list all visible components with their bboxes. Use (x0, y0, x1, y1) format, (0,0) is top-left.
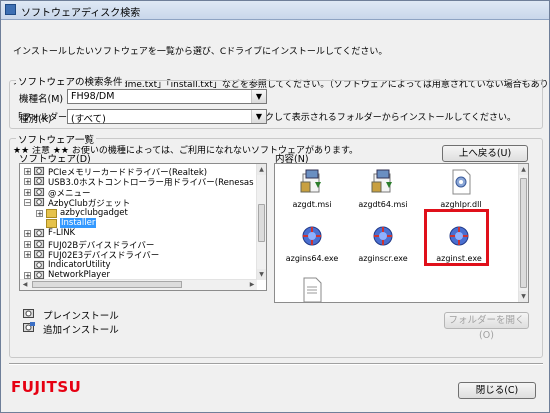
fujitsu-logo: FUJITSU (11, 378, 82, 396)
preinstall-disc-icon (23, 309, 34, 318)
expand-icon[interactable]: + (24, 178, 31, 186)
scroll-left-arrow-icon[interactable]: ◀ (20, 280, 30, 290)
file-name: azghlpr.dll (440, 200, 482, 209)
file-item[interactable]: azginscr.exe (347, 222, 419, 263)
model-label: 機種名(M) (19, 94, 64, 105)
disc-icon (34, 260, 45, 269)
scroll-thumb[interactable] (258, 204, 265, 242)
up-button[interactable]: 上へ戻る(U) (442, 145, 528, 162)
additional-install-disc-icon (23, 322, 35, 332)
close-button[interactable]: 閉じる(C) (458, 382, 536, 399)
tree-item[interactable]: IndicatorUtility (20, 260, 257, 271)
tree-item-label: IndicatorUtility (48, 259, 111, 270)
scroll-up-arrow-icon[interactable]: ▲ (257, 164, 266, 175)
file-name: azgdt64.msi (358, 200, 408, 209)
chevron-down-icon[interactable]: ▼ (251, 110, 266, 123)
msi-icon (298, 168, 326, 196)
app-icon (5, 4, 16, 15)
preinstall-legend: プレインストール (43, 311, 119, 322)
software-list-legend: ソフトウェア一覧 (16, 132, 97, 146)
disc-icon (34, 229, 45, 238)
disc-icon (34, 166, 45, 176)
window-title: ソフトウェアディスク検索 (21, 8, 141, 19)
scroll-up-arrow-icon[interactable]: ▲ (519, 164, 528, 175)
model-select[interactable]: FH98/DM ▼ (67, 89, 267, 104)
chevron-down-icon[interactable]: ▼ (251, 90, 266, 103)
tree-item[interactable]: + PCIeメモリーカードドライバー(Realtek) (20, 166, 257, 178)
tree-item-label: azbyclubgadget (60, 207, 128, 218)
expand-icon[interactable]: + (24, 240, 31, 248)
disc-icon (34, 239, 45, 248)
tree-vertical-scrollbar[interactable]: ▲ ▼ (256, 164, 266, 280)
expand-icon[interactable]: + (24, 188, 31, 196)
folder-icon (46, 219, 57, 228)
tree-item[interactable]: + USB3.0ホストコントローラー用ドライバー(Renesas Electr (20, 176, 266, 188)
tree-item[interactable]: + FUJ02E3デバイスドライバー (20, 249, 257, 261)
scroll-down-arrow-icon[interactable]: ▼ (519, 291, 528, 302)
file-item[interactable]: readme.txt (276, 276, 348, 302)
file-item[interactable]: azghlpr.dll (425, 168, 497, 209)
scroll-right-arrow-icon[interactable]: ▶ (247, 280, 257, 290)
dll-icon (447, 168, 475, 196)
tree-item[interactable]: + F-LINK (20, 228, 257, 239)
tree-item-label: Installer (60, 218, 97, 228)
scroll-thumb[interactable] (520, 178, 527, 288)
expand-icon[interactable]: + (24, 272, 31, 280)
model-value: FH98/DM (71, 91, 115, 102)
disc-icon (34, 198, 45, 207)
search-conditions-legend: ソフトウェアの検索条件 (16, 74, 125, 88)
additional-install-legend: 追加インストール (43, 325, 119, 336)
file-item[interactable]: azgdt64.msi (347, 168, 419, 209)
tree-item[interactable]: + @メニュー (20, 187, 257, 199)
folder-icon (46, 208, 57, 218)
disc-icon (34, 177, 45, 186)
content-vertical-scrollbar[interactable]: ▲ ▼ (518, 164, 528, 302)
scroll-down-arrow-icon[interactable]: ▼ (257, 269, 266, 280)
tree-horizontal-scrollbar[interactable]: ◀ ▶ (20, 279, 257, 290)
file-name: azgdt.msi (292, 200, 332, 209)
tree-item[interactable]: Installer (20, 218, 257, 229)
expand-icon[interactable]: + (36, 209, 43, 217)
file-name: azginscr.exe (358, 254, 408, 263)
highlight-box (424, 209, 489, 266)
open-folder-button[interactable]: フォルダーを開く(O) (444, 312, 529, 341)
txt-icon (298, 276, 326, 302)
type-select[interactable]: (すべて) ▼ (67, 109, 267, 125)
expand-icon[interactable]: + (24, 168, 31, 176)
file-name: azgins64.exe (285, 254, 339, 263)
title-bar: ソフトウェアディスク検索 (1, 1, 549, 20)
file-content-pane[interactable]: azgdt.msi azgdt64.msi azghlpr.dll azgins64.… (274, 163, 529, 303)
type-value: (すべて) (71, 114, 106, 125)
disc-icon (34, 187, 45, 196)
type-label: 種別(K) (19, 114, 52, 125)
exe-icon (298, 222, 326, 250)
tree-item[interactable]: − AzbyClubガジェット (20, 197, 257, 209)
expand-icon[interactable]: + (24, 251, 31, 259)
disc-icon (34, 250, 45, 259)
exe-icon (369, 222, 397, 250)
footer-divider (9, 363, 543, 365)
instruction-line: インストールしたいソフトウェアを一覧から選び、Cドライブにインストールしてくださ… (13, 47, 388, 57)
expand-icon[interactable]: + (24, 230, 31, 238)
tree-item-label: F-LINK (48, 228, 76, 239)
msi-icon (369, 168, 397, 196)
file-item[interactable]: azgins64.exe (276, 222, 348, 263)
tree-item[interactable]: + azbyclubgadget (20, 208, 257, 219)
collapse-icon[interactable]: − (24, 199, 31, 207)
tree-item[interactable]: + FUJ02Bデバイスドライバー (20, 239, 257, 251)
file-item[interactable]: azgdt.msi (276, 168, 348, 209)
software-tree[interactable]: + PCIeメモリーカードドライバー(Realtek) + USB3.0ホストコントロ… (19, 163, 267, 291)
software-disc-search-window: ソフトウェアディスク検索 インストールしたいソフトウェアを一覧から選び、Cドライ… (0, 0, 550, 413)
horizontal-scroll-thumb[interactable] (32, 281, 182, 288)
